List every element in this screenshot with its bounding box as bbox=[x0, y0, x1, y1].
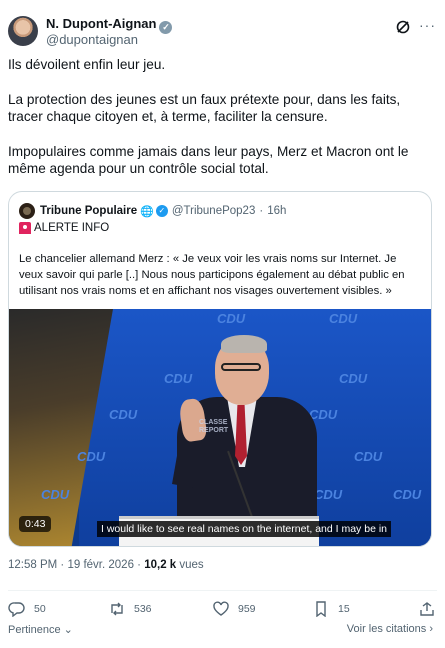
cdu-logo: CDU bbox=[354, 449, 383, 464]
tweet-meta: 12:58 PM · 19 févr. 2026 · 10,2 k vues bbox=[8, 559, 204, 571]
bookmark-icon bbox=[316, 601, 326, 617]
quoted-author-handle: @TribunePop23 bbox=[171, 205, 256, 217]
action-bar: 50 536 959 15 bbox=[8, 590, 437, 620]
repost-button[interactable]: 536 bbox=[108, 601, 152, 617]
heart-icon bbox=[213, 601, 229, 616]
author-name-text[interactable]: N. Dupont-Aignan bbox=[46, 16, 156, 31]
quoted-avatar[interactable] bbox=[19, 203, 35, 219]
like-count: 959 bbox=[238, 603, 256, 615]
cdu-logo: CDU bbox=[109, 407, 138, 422]
more-options-icon[interactable]: ··· bbox=[419, 18, 435, 35]
tweet-date[interactable]: 19 févr. 2026 bbox=[67, 559, 134, 571]
reply-icon bbox=[8, 602, 25, 617]
grok-icon[interactable] bbox=[395, 19, 411, 35]
view-quotes-link[interactable]: Voir les citations › bbox=[347, 623, 433, 635]
tweet-text: Ils dévoilent enfin leur jeu. La protect… bbox=[8, 56, 437, 195]
cdu-logo: CDU bbox=[77, 449, 106, 464]
cdu-logo: CDU bbox=[339, 371, 368, 386]
verified-badge-icon: ✓ bbox=[155, 205, 168, 217]
video-subtitle: I would like to see real names on the in… bbox=[97, 521, 391, 537]
cdu-logo: CDU bbox=[41, 487, 70, 502]
verified-badge-icon: ✓ bbox=[159, 21, 173, 34]
share-icon bbox=[420, 602, 434, 616]
repost-icon bbox=[111, 602, 123, 616]
bookmark-button[interactable]: 15 bbox=[312, 601, 350, 617]
cdu-logo: CDU bbox=[217, 311, 246, 326]
tweet-time[interactable]: 12:58 PM bbox=[8, 559, 57, 571]
share-button[interactable] bbox=[418, 601, 444, 617]
tweet-paragraph: La protection des jeunes est un faux pré… bbox=[8, 91, 404, 125]
views-label: vues bbox=[176, 559, 204, 571]
tweet-paragraph: Ils dévoilent enfin leur jeu. bbox=[8, 57, 166, 72]
alert-text: ALERTE INFO bbox=[34, 222, 110, 234]
cdu-logo: CDU bbox=[329, 311, 358, 326]
chevron-down-icon: ⌄ bbox=[60, 624, 73, 636]
bookmark-count: 15 bbox=[338, 603, 350, 615]
meta-separator: · bbox=[57, 559, 68, 571]
like-button[interactable]: 959 bbox=[212, 601, 256, 617]
sort-dropdown[interactable]: Pertinence ⌄ bbox=[8, 623, 73, 636]
quoted-author-name[interactable]: Tribune Populaire bbox=[40, 205, 137, 217]
quoted-tweet[interactable]: Tribune Populaire 🌐 ✓ @TribunePop23 · 16… bbox=[8, 191, 432, 547]
author-handle[interactable]: @dupontaignan bbox=[46, 32, 138, 47]
video-duration: 0:43 bbox=[19, 516, 52, 532]
chevron-right-icon: › bbox=[426, 623, 433, 635]
alert-label: ALERTE INFO bbox=[19, 222, 109, 234]
avatar[interactable] bbox=[8, 16, 38, 46]
meta-separator: · bbox=[133, 559, 145, 571]
tweet-paragraph: Impopulaires comme jamais dans leur pays… bbox=[8, 143, 413, 177]
sort-label: Pertinence bbox=[8, 624, 61, 636]
cdu-logo: CDU bbox=[393, 487, 422, 502]
video-player[interactable]: CDU CDU CDU CDU CDU CDU CDU CDU CDU CDU … bbox=[9, 309, 431, 546]
quoted-tweet-text: Le chancelier allemand Merz : « Je veux … bbox=[19, 253, 405, 297]
quoted-tweet-header: Tribune Populaire 🌐 ✓ @TribunePop23 · 16… bbox=[19, 202, 286, 220]
repost-count: 536 bbox=[134, 603, 152, 615]
globe-icon: 🌐 bbox=[140, 205, 154, 218]
reply-button[interactable]: 50 bbox=[8, 601, 46, 617]
quoted-tweet-age[interactable]: 16h bbox=[267, 205, 286, 217]
tweet-header: N. Dupont-Aignan ✓ @dupontaignan ··· bbox=[8, 8, 437, 48]
speaker-figure bbox=[159, 327, 319, 546]
video-watermark: CLASSE REPORT bbox=[199, 419, 229, 434]
reply-count: 50 bbox=[34, 603, 46, 615]
views-count: 10,2 k bbox=[144, 559, 177, 571]
view-quotes-label: Voir les citations bbox=[346, 623, 427, 635]
siren-icon bbox=[19, 222, 31, 234]
dot-separator: · bbox=[259, 205, 264, 217]
